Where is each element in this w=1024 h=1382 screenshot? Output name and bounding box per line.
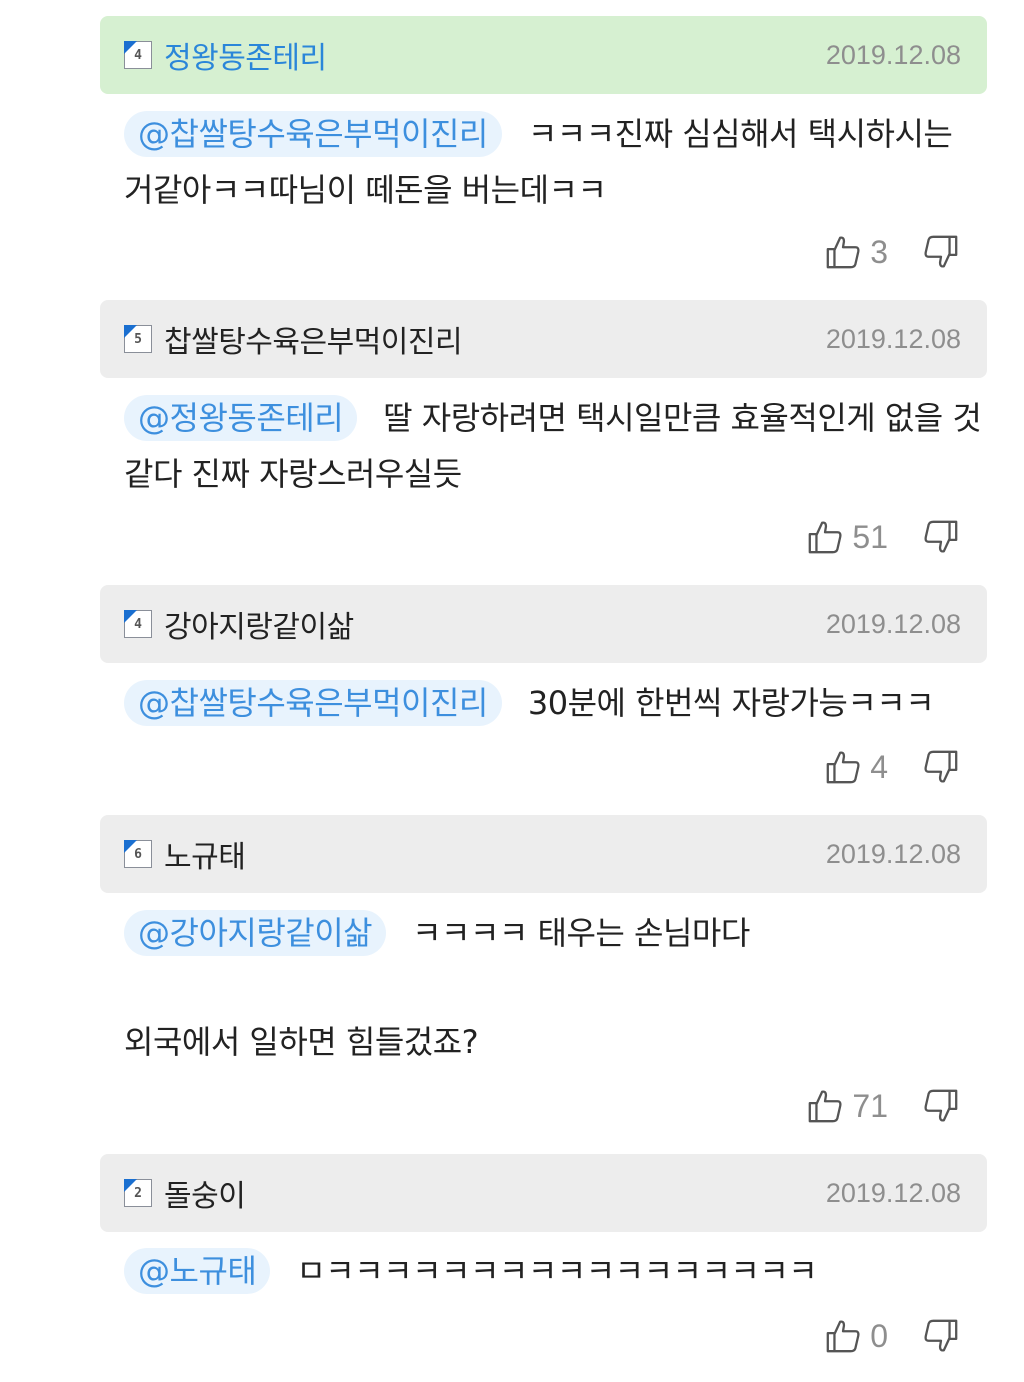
thumbs-up-icon	[826, 1320, 860, 1353]
comment-date: 2019.12.08	[825, 1177, 961, 1208]
comment-header: 4 정왕동존테리 2019.12.08	[100, 16, 987, 94]
comment-body-line2: 외국에서 일하면 힘들겄죠?	[124, 1014, 984, 1070]
thumbs-down-icon	[924, 1319, 958, 1352]
vote-bar: 0	[824, 1316, 960, 1356]
comment-header: 6 노규태 2019.12.08	[100, 815, 987, 893]
comment-body: @찹쌀탕수육은부먹이진리 ㅋㅋㅋ진짜 심심해서 택시하시는 거같아ㅋㅋ따님이 떼돈…	[124, 106, 984, 218]
comment-text: 외국에서 일하면 힘들겄죠?	[124, 1023, 479, 1061]
thumbs-down-icon	[924, 750, 958, 783]
like-button[interactable]: 71	[806, 1087, 922, 1125]
mention-tag[interactable]: @찹쌀탕수육은부먹이진리	[124, 680, 502, 726]
comment-date: 2019.12.08	[825, 838, 961, 869]
mention-tag[interactable]: @찹쌀탕수육은부먹이진리	[124, 111, 502, 157]
comment-text: ㅋㅋㅋㅋ 태우는 손님마다	[412, 914, 750, 952]
mention-tag[interactable]: @정왕동존테리	[124, 395, 358, 441]
like-count: 71	[852, 1087, 888, 1124]
dislike-button[interactable]	[922, 518, 960, 556]
like-count: 3	[870, 233, 888, 270]
thumbs-down-icon	[924, 1089, 958, 1122]
thumbs-down-icon	[924, 520, 958, 553]
thumbs-up-icon	[826, 236, 860, 269]
thumbs-up-icon	[809, 1090, 842, 1123]
like-button[interactable]: 51	[806, 518, 922, 556]
comment-body: @정왕동존테리 딸 자랑하려면 택시일만큼 효율적인게 없을 것같다 진짜 자랑스…	[124, 390, 984, 502]
comment-body: @찹쌀탕수육은부먹이진리 30분에 한번씩 자랑가능ㅋㅋㅋ	[124, 675, 984, 731]
like-count: 0	[870, 1317, 888, 1354]
username[interactable]: 강아지랑같이삶	[164, 602, 826, 646]
username[interactable]: 노규태	[164, 832, 826, 876]
comment-text: 30분에 한번씩 자랑가능ㅋㅋㅋ	[527, 684, 935, 722]
dislike-button[interactable]	[922, 1087, 960, 1125]
comment-header: 4 강아지랑같이삶 2019.12.08	[100, 585, 987, 663]
like-count: 4	[870, 748, 888, 785]
level-badge-icon: 6	[124, 840, 152, 868]
vote-bar: 3	[824, 232, 960, 272]
vote-bar: 51	[806, 517, 960, 557]
comment-date: 2019.12.08	[825, 39, 961, 70]
comment-date: 2019.12.08	[825, 323, 961, 354]
thumbs-down-icon	[924, 235, 958, 268]
mention-tag[interactable]: @노규태	[124, 1248, 271, 1294]
like-button[interactable]: 3	[824, 233, 922, 271]
level-badge-icon: 5	[124, 325, 152, 353]
level-badge-icon: 4	[124, 41, 152, 69]
comment-date: 2019.12.08	[825, 608, 961, 639]
like-count: 51	[852, 518, 888, 555]
level-badge-icon: 2	[124, 1179, 152, 1207]
username[interactable]: 돌숭이	[164, 1171, 826, 1215]
dislike-button[interactable]	[922, 748, 960, 786]
comment-header: 2 돌숭이 2019.12.08	[100, 1154, 987, 1232]
vote-bar: 4	[824, 747, 960, 787]
level-badge-icon: 4	[124, 610, 152, 638]
dislike-button[interactable]	[922, 1317, 960, 1355]
comment-text: ㅁㅋㅋㅋㅋㅋㅋㅋㅋㅋㅋㅋㅋㅋㅋㅋㅋㅋ	[296, 1252, 818, 1290]
like-button[interactable]: 0	[824, 1317, 922, 1355]
dislike-button[interactable]	[922, 233, 960, 271]
username[interactable]: 정왕동존테리	[164, 33, 826, 77]
username[interactable]: 찹쌀탕수육은부먹이진리	[164, 317, 826, 361]
comment-header: 5 찹쌀탕수육은부먹이진리 2019.12.08	[100, 300, 987, 378]
comment-body: @노규태 ㅁㅋㅋㅋㅋㅋㅋㅋㅋㅋㅋㅋㅋㅋㅋㅋㅋㅋ	[124, 1243, 984, 1299]
thumbs-up-icon	[809, 521, 842, 554]
vote-bar: 71	[806, 1086, 960, 1126]
like-button[interactable]: 4	[824, 748, 922, 786]
comment-body: @강아지랑같이삶 ㅋㅋㅋㅋ 태우는 손님마다	[124, 905, 984, 961]
thumbs-up-icon	[826, 751, 860, 784]
mention-tag[interactable]: @강아지랑같이삶	[124, 910, 387, 956]
